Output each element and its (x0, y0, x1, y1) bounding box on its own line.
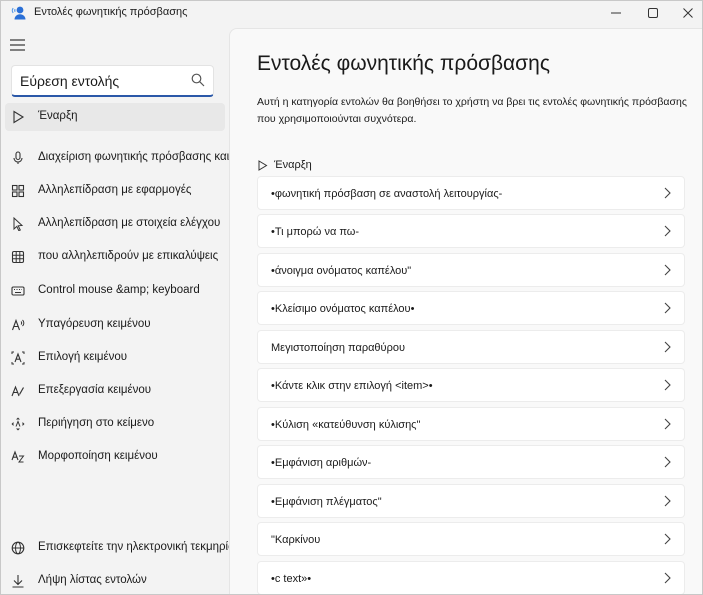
sidebar-item-edit-text[interactable]: Επεξεργασία κειμένου (5, 377, 225, 405)
command-label: •Εμφάνιση αριθμών- (271, 457, 372, 469)
sidebar-item-dictate-text[interactable]: Υπαγόρευση κειμένου (5, 311, 225, 339)
sidebar-item-label: Περιήγηση στο κείμενο (38, 417, 155, 429)
sidebar-item-label: Έναρξη (38, 110, 78, 122)
search-icon[interactable] (191, 73, 205, 87)
command-label: Μεγιστοποίηση παραθύρου (271, 342, 405, 354)
hamburger-menu-icon[interactable] (10, 39, 26, 51)
chevron-right-icon (664, 341, 671, 353)
dictation-icon (11, 318, 25, 331)
title-bar: Εντολές φωνητικής πρόσβασης (1, 1, 702, 25)
sidebar-item-mouse-keyboard[interactable]: Control mouse &amp; keyboard (5, 277, 225, 305)
maximize-icon (648, 8, 658, 18)
sidebar-item-overlays[interactable]: που αλληλεπιδρούν με επικαλύψεις (5, 243, 225, 271)
chevron-right-icon (664, 187, 671, 199)
sidebar-item-navigate-text[interactable]: Περιήγηση στο κείμενο (5, 410, 225, 438)
command-row[interactable]: •c text»• (257, 561, 685, 594)
text-select-icon (11, 351, 25, 365)
command-label: •Κύλιση «κατεύθυνση κύλισης" (271, 419, 421, 431)
chevron-right-icon (664, 302, 671, 314)
chevron-right-icon (664, 418, 671, 430)
command-row[interactable]: Μεγιστοποίηση παραθύρου (257, 330, 685, 364)
download-icon (12, 575, 24, 588)
keyboard-icon (11, 286, 25, 296)
apps-icon (11, 184, 25, 198)
sidebar-item-label: Μορφοποίηση κειμένου (38, 450, 158, 462)
chevron-right-icon (664, 225, 671, 237)
sidebar-item-label: Υπαγόρευση κειμένου (38, 318, 151, 330)
page-description: Αυτή η κατηγορία εντολών θα βοηθήσει το … (257, 96, 687, 125)
window-title: Εντολές φωνητικής πρόσβασης (34, 6, 188, 18)
page-title: Εντολές φωνητικής πρόσβασης (257, 52, 550, 75)
sidebar-item-label: Λήψη λίστας εντολών (38, 574, 147, 586)
chevron-right-icon (664, 456, 671, 468)
sidebar-item-interact-apps[interactable]: Αλληλεπίδραση με εφαρμογές (5, 177, 225, 205)
voice-access-app-icon (11, 6, 26, 20)
sidebar-item-download-list[interactable]: Λήψη λίστας εντολών (5, 567, 225, 594)
play-icon (13, 110, 25, 124)
sidebar-item-format-text[interactable]: Μορφοποίηση κειμένου (5, 443, 225, 471)
chevron-right-icon (664, 533, 671, 545)
command-label: •Κλείσιμο ονόματος καπέλου• (271, 303, 415, 315)
command-row[interactable]: •Εμφάνιση πλέγματος" (257, 484, 685, 518)
maximize-button[interactable] (636, 1, 670, 25)
command-label: •c text»• (271, 573, 312, 585)
sidebar-item-label: Αλληλεπίδραση με στοιχεία ελέγχου (38, 217, 221, 229)
command-row[interactable]: •Κύλιση «κατεύθυνση κύλισης" (257, 407, 685, 441)
command-row[interactable]: •Κάντε κλικ στην επιλογή <item>• (257, 368, 685, 402)
app-window: Εντολές φωνητικής πρόσβασης Έναρξη (0, 0, 703, 595)
sidebar-item-interact-controls[interactable]: Αλληλεπίδραση με στοιχεία ελέγχου (5, 210, 225, 238)
microphone-icon (13, 151, 23, 164)
command-row[interactable]: •φωνητική πρόσβαση σε αναστολή λειτουργί… (257, 176, 685, 210)
sidebar-item-manage-voice-access[interactable]: Διαχείριση φωνητικής πρόσβασης και μικρο… (5, 144, 295, 172)
sidebar: Έναρξη Διαχείριση φωνητικής πρόσβασης κα… (1, 25, 295, 594)
command-row[interactable]: •Τι μπορώ να πω- (257, 214, 685, 248)
command-row[interactable]: •Εμφάνιση αριθμών- (257, 445, 685, 479)
sidebar-item-label: Επεξεργασία κειμένου (38, 384, 152, 396)
sidebar-item-online-docs[interactable]: Επισκεφτείτε την ηλεκτρονική τεκμηρίωση (5, 534, 251, 562)
chevron-right-icon (664, 264, 671, 276)
close-icon (683, 8, 693, 18)
command-label: •φωνητική πρόσβαση σε αναστολή λειτουργί… (271, 188, 503, 200)
command-row[interactable]: "Καρκίνου (257, 522, 685, 556)
globe-icon (11, 541, 25, 555)
sidebar-item-start[interactable]: Έναρξη (5, 103, 225, 131)
command-label: •Τι μπορώ να πω- (271, 226, 360, 238)
sidebar-item-label: που αλληλεπιδρούν με επικαλύψεις (38, 250, 219, 262)
command-row[interactable]: •άνοιγμα ονόματος καπέλου" (257, 253, 685, 287)
sidebar-item-label: Επιλογή κειμένου (38, 351, 128, 363)
command-label: •άνοιγμα ονόματος καπέλου" (271, 265, 412, 277)
sidebar-item-select-text[interactable]: Επιλογή κειμένου (5, 344, 225, 372)
search-input[interactable] (20, 71, 185, 91)
grid-icon (11, 250, 25, 264)
command-label: "Καρκίνου (271, 534, 321, 546)
text-edit-icon (11, 385, 25, 397)
chevron-right-icon (664, 495, 671, 507)
navigate-icon (11, 417, 25, 431)
sidebar-item-label: Control mouse &amp; keyboard (38, 284, 200, 296)
search-box[interactable] (11, 65, 214, 97)
command-label: •Κάντε κλικ στην επιλογή <item>• (271, 380, 433, 392)
command-label: •Εμφάνιση πλέγματος" (271, 496, 382, 508)
text-format-icon (11, 450, 25, 463)
command-row[interactable]: •Κλείσιμο ονόματος καπέλου• (257, 291, 685, 325)
sidebar-item-label: Επισκεφτείτε την ηλεκτρονική τεκμηρίωση (38, 541, 251, 553)
main-content: Εντολές φωνητικής πρόσβασης Αυτή η κατηγ… (229, 28, 702, 594)
close-button[interactable] (671, 1, 702, 25)
minimize-icon (611, 12, 621, 14)
breadcrumb-label: Έναρξη (274, 159, 312, 171)
minimize-button[interactable] (599, 1, 633, 25)
sidebar-item-label: Αλληλεπίδραση με εφαρμογές (38, 184, 192, 196)
chevron-right-icon (664, 572, 671, 584)
chevron-right-icon (664, 379, 671, 391)
cursor-icon (13, 217, 24, 231)
play-icon (258, 160, 268, 171)
